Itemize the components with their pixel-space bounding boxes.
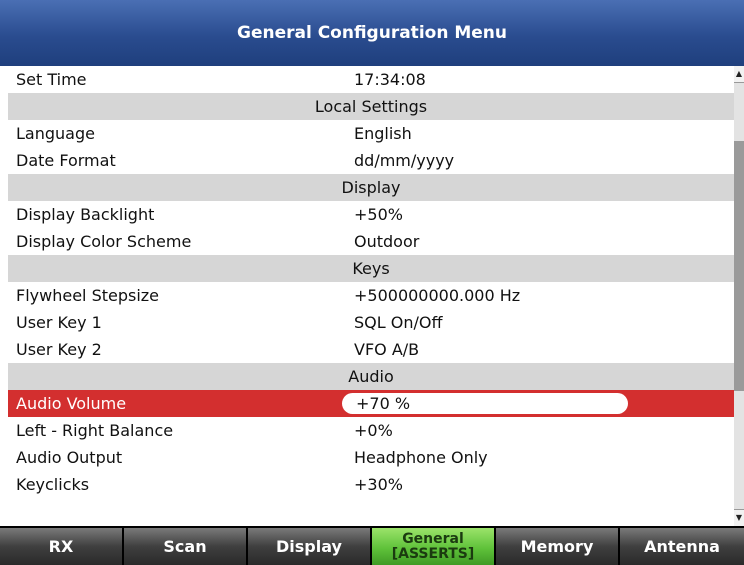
audio-volume-input[interactable]: +70 % <box>342 393 628 414</box>
setting-value: Headphone Only <box>354 448 488 467</box>
softkey-label: Scan <box>163 537 207 556</box>
section-label: Audio <box>348 367 394 386</box>
setting-label: Audio Volume <box>16 394 127 413</box>
setting-value: +70 % <box>356 394 411 413</box>
section-header-audio: Audio <box>8 363 734 390</box>
setting-label: Language <box>16 124 95 143</box>
setting-label: Flywheel Stepsize <box>16 286 160 305</box>
menu-title-bar: General Configuration Menu <box>0 0 744 66</box>
menu-row-display-color-scheme[interactable]: Display Color Scheme Outdoor <box>8 228 734 255</box>
setting-value: VFO A/B <box>354 340 420 359</box>
softkey-label: Antenna <box>644 537 720 556</box>
menu-row-date-format[interactable]: Date Format dd/mm/yyyy <box>8 147 734 174</box>
setting-value: Outdoor <box>354 232 420 251</box>
menu-row-keyclicks[interactable]: Keyclicks +30% <box>8 471 734 498</box>
setting-label: Date Format <box>16 151 116 170</box>
setting-value: +0% <box>354 421 393 440</box>
menu-row-user-key-1[interactable]: User Key 1 SQL On/Off <box>8 309 734 336</box>
section-header-local-settings: Local Settings <box>8 93 734 120</box>
softkey-general[interactable]: General [ASSERTS] <box>372 528 494 565</box>
menu-row-left-right-balance[interactable]: Left - Right Balance +0% <box>8 417 734 444</box>
softkey-scan[interactable]: Scan <box>124 528 246 565</box>
menu-row-audio-volume[interactable]: Audio Volume +70 % <box>8 390 734 417</box>
setting-value: +50% <box>354 205 403 224</box>
softkey-label: RX <box>48 537 74 556</box>
menu-row-language[interactable]: Language English <box>8 120 734 147</box>
softkey-label: Memory <box>520 537 594 556</box>
section-header-keys: Keys <box>8 255 734 282</box>
menu-scrollbar[interactable]: ▲ ▼ <box>734 66 744 526</box>
setting-label: User Key 1 <box>16 313 102 332</box>
setting-label: Left - Right Balance <box>16 421 174 440</box>
setting-value: 17:34:08 <box>354 70 426 89</box>
menu-row-display-backlight[interactable]: Display Backlight +50% <box>8 201 734 228</box>
menu-row-set-time[interactable]: Set Time 17:34:08 <box>8 66 734 93</box>
setting-value: +30% <box>354 475 403 494</box>
softkey-label: General <box>402 530 464 547</box>
setting-label: User Key 2 <box>16 340 102 359</box>
scroll-down-arrow-icon[interactable]: ▼ <box>734 509 744 526</box>
menu-row-audio-output[interactable]: Audio Output Headphone Only <box>8 444 734 471</box>
softkey-antenna[interactable]: Antenna <box>620 528 744 565</box>
menu-row-flywheel-stepsize[interactable]: Flywheel Stepsize +500000000.000 Hz <box>8 282 734 309</box>
setting-value: +500000000.000 Hz <box>354 286 521 305</box>
setting-label: Set Time <box>16 70 87 89</box>
softkey-bar: RX Scan Display General [ASSERTS] Memory… <box>0 526 744 565</box>
menu-title: General Configuration Menu <box>236 23 507 43</box>
setting-value: dd/mm/yyyy <box>354 151 455 170</box>
section-label: Keys <box>352 259 390 278</box>
setting-label: Keyclicks <box>16 475 90 494</box>
softkey-rx[interactable]: RX <box>0 528 122 565</box>
config-menu-list: Set Time 17:34:08 Local Settings Languag… <box>8 66 734 526</box>
setting-label: Display Backlight <box>16 205 155 224</box>
setting-value: English <box>354 124 412 143</box>
softkey-display[interactable]: Display <box>248 528 370 565</box>
section-label: Local Settings <box>314 97 428 116</box>
softkey-memory[interactable]: Memory <box>496 528 618 565</box>
softkey-label: Display <box>276 537 342 556</box>
scrollbar-thumb[interactable] <box>734 141 744 391</box>
scroll-up-arrow-icon[interactable]: ▲ <box>734 66 744 83</box>
setting-label: Display Color Scheme <box>16 232 192 251</box>
section-label: Display <box>341 178 401 197</box>
setting-label: Audio Output <box>16 448 123 467</box>
softkey-sublabel: [ASSERTS] <box>391 545 475 562</box>
setting-value: SQL On/Off <box>354 313 443 332</box>
menu-row-user-key-2[interactable]: User Key 2 VFO A/B <box>8 336 734 363</box>
section-header-display: Display <box>8 174 734 201</box>
